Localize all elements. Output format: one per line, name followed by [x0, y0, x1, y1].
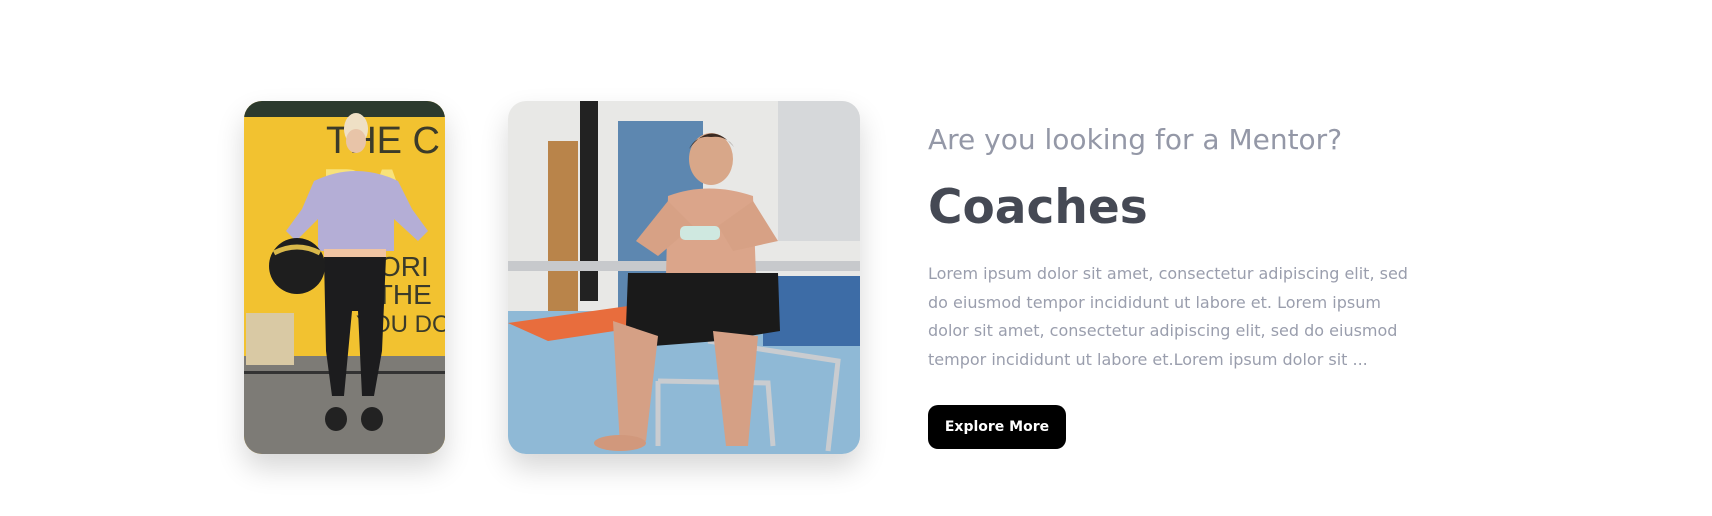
section-description: Lorem ipsum dolor sit amet, consectetur … [928, 264, 1408, 369]
section-subtitle: Are you looking for a Mentor? [928, 123, 1343, 156]
gymnast-taping-wrists-photo-icon [508, 101, 860, 454]
wall-text-3: ORI [379, 251, 429, 282]
mentor-content: Are you looking for a Mentor? Coaches Lo… [928, 120, 1418, 374]
section-title: Coaches [928, 180, 1148, 235]
female-coach-photo: THE C RA ORI OTHE YOU DO [244, 101, 445, 454]
explore-more-button[interactable]: Explore More [928, 405, 1066, 449]
woman-with-medicine-ball-photo-icon: THE C RA ORI OTHE YOU DO [244, 101, 445, 454]
male-coach-photo [508, 101, 860, 454]
wall-text-1: THE C [326, 120, 440, 162]
